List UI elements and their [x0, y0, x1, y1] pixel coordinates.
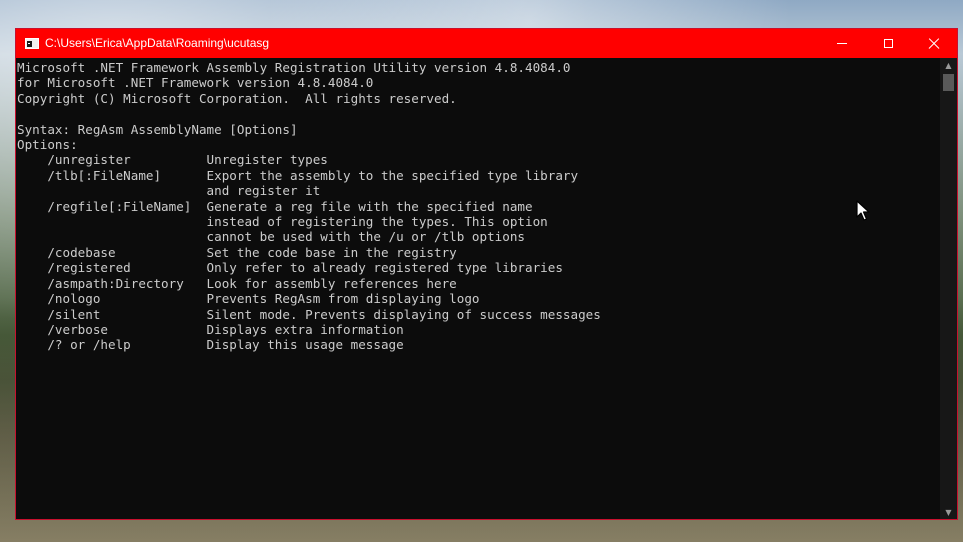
console-output-text: Microsoft .NET Framework Assembly Regist… — [16, 58, 940, 353]
console-line: /unregister Unregister types — [17, 152, 328, 168]
console-line: /codebase Set the code base in the regis… — [17, 244, 457, 260]
console-line: /? or /help Display this usage message — [17, 337, 404, 353]
console-line: /registered Only refer to already regist… — [17, 260, 563, 276]
console-app-icon[interactable] — [25, 38, 39, 49]
console-line: Microsoft .NET Framework Assembly Regist… — [17, 60, 571, 75]
window-title: C:\Users\Erica\AppData\Roaming\ucutasg — [45, 36, 270, 50]
console-line: Options: — [17, 137, 78, 153]
minimize-button[interactable] — [819, 29, 865, 58]
close-icon — [928, 38, 940, 50]
vertical-scrollbar[interactable]: ▲ ▼ — [940, 58, 957, 519]
scroll-down-arrow-icon[interactable]: ▼ — [940, 505, 957, 519]
console-line: /silent Silent mode. Prevents displaying… — [17, 306, 601, 322]
console-line: /asmpath:Directory Look for assembly ref… — [17, 275, 457, 291]
close-button[interactable] — [911, 29, 957, 58]
console-line: /nologo Prevents RegAsm from displaying … — [17, 291, 480, 307]
maximize-button[interactable] — [865, 29, 911, 58]
console-line: instead of registering the types. This o… — [17, 214, 548, 230]
scrollbar-thumb[interactable] — [943, 74, 954, 91]
console-line: /verbose Displays extra information — [17, 321, 404, 337]
minimize-icon — [837, 43, 847, 44]
window-controls — [819, 29, 957, 58]
console-line: Copyright (C) Microsoft Corporation. All… — [17, 90, 457, 106]
console-line: Syntax: RegAsm AssemblyName [Options] — [17, 121, 298, 137]
mouse-pointer-icon — [856, 200, 870, 221]
maximize-icon — [883, 39, 893, 48]
title-bar[interactable]: C:\Users\Erica\AppData\Roaming\ucutasg — [16, 29, 957, 58]
console-window[interactable]: C:\Users\Erica\AppData\Roaming\ucutasg M… — [15, 28, 958, 520]
console-output-area[interactable]: Microsoft .NET Framework Assembly Regist… — [16, 58, 940, 519]
scroll-up-arrow-icon[interactable]: ▲ — [940, 58, 957, 72]
console-line: cannot be used with the /u or /tlb optio… — [17, 229, 525, 245]
console-line: /tlb[:FileName] Export the assembly to t… — [17, 167, 579, 183]
console-line: /regfile[:FileName] Generate a reg file … — [17, 198, 533, 214]
console-line: for Microsoft .NET Framework version 4.8… — [17, 75, 374, 91]
console-line: and register it — [17, 183, 321, 199]
